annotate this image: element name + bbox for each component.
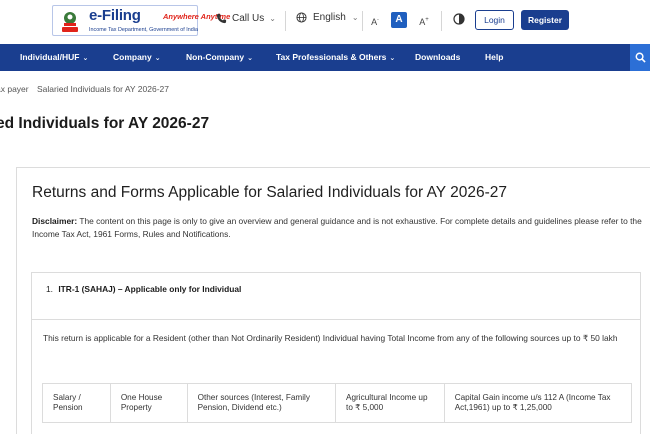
phone-icon — [216, 13, 227, 24]
card-title: Returns and Forms Applicable for Salarie… — [32, 184, 508, 201]
globe-icon — [296, 12, 307, 23]
login-button[interactable]: Login — [475, 10, 514, 30]
income-source-cell: Other sources (Interest, Family Pension,… — [188, 384, 337, 422]
nav-individual-huf[interactable]: Individual/HUF ⌄ — [20, 44, 88, 71]
chevron-down-icon: ⌄ — [389, 55, 396, 62]
breadcrumb-current: Salaried Individuals for AY 2026-27 — [36, 84, 169, 94]
nav-non-company[interactable]: Non-Company ⌄ — [186, 44, 253, 71]
chevron-down-icon: ⌄ — [351, 13, 359, 22]
register-button[interactable]: Register — [521, 10, 569, 30]
search-icon — [635, 52, 646, 63]
itr1-accordion-header[interactable]: 1. ITR-1 (SAHAJ) – Applicable only for I… — [31, 272, 641, 320]
header-divider — [362, 11, 363, 31]
breadcrumb: ax payer Salaried Individuals for AY 202… — [0, 84, 169, 94]
disclaimer: Disclaimer: The content on this page is … — [32, 215, 642, 241]
itr1-heading: ITR-1 (SAHAJ) – Applicable only for Indi… — [58, 284, 242, 294]
nav-help[interactable]: Help — [485, 44, 503, 71]
language-label: English — [313, 12, 346, 23]
disclaimer-text: The content on this page is only to give… — [32, 216, 642, 239]
returns-forms-card: Returns and Forms Applicable for Salarie… — [16, 167, 650, 434]
nav-tax-professionals[interactable]: Tax Professionals & Others ⌄ — [276, 44, 395, 71]
header-divider — [285, 11, 286, 31]
top-header: e-Filing Anywhere Anytime Income Tax Dep… — [0, 0, 650, 44]
itr1-description: This return is applicable for a Resident… — [43, 333, 618, 343]
logo-subtitle: Income Tax Department, Government of Ind… — [89, 27, 198, 33]
chevron-down-icon: ⌄ — [82, 55, 89, 62]
income-source-cell: One House Property — [111, 384, 188, 422]
language-selector[interactable]: English ⌄ — [296, 12, 359, 23]
chevron-down-icon: ⌄ — [247, 55, 253, 62]
font-decrease-button[interactable]: A- — [367, 12, 383, 28]
contrast-icon[interactable] — [453, 13, 465, 25]
efiling-logo[interactable]: e-Filing Anywhere Anytime Income Tax Dep… — [52, 5, 230, 36]
main-nav: Individual/HUF ⌄ Company ⌄ Non-Company ⌄ Ta… — [0, 44, 650, 71]
logo-brand: e-Filing — [89, 7, 141, 24]
itr1-number: 1. — [46, 284, 53, 294]
nav-company[interactable]: Company ⌄ — [113, 44, 161, 71]
national-emblem-icon — [62, 12, 78, 32]
chevron-down-icon: ⌄ — [154, 55, 161, 62]
call-us-label: Call Us — [232, 13, 265, 24]
search-button[interactable] — [630, 44, 650, 71]
call-us-menu[interactable]: Call Us ⌄ — [216, 13, 276, 24]
income-source-cell: Salary / Pension — [43, 384, 111, 422]
chevron-down-icon: ⌄ — [269, 14, 276, 23]
disclaimer-label: Disclaimer: — [32, 216, 78, 226]
income-source-cell: Capital Gain income u/s 112 A (Income Ta… — [454, 393, 611, 412]
page-title: ed Individuals for AY 2026-27 — [0, 115, 210, 132]
income-sources-table: Salary / Pension One House Property Othe… — [42, 383, 632, 423]
font-normal-button[interactable]: A — [391, 12, 407, 28]
itr1-accordion-body: This return is applicable for a Resident… — [31, 319, 641, 434]
breadcrumb-parent-link[interactable]: ax payer — [0, 84, 29, 94]
nav-downloads[interactable]: Downloads — [415, 44, 460, 71]
header-divider — [441, 11, 442, 31]
income-source-cell: Agricultural Income up to ₹ 5,000 — [336, 384, 445, 422]
font-increase-button[interactable]: A+ — [416, 12, 432, 28]
